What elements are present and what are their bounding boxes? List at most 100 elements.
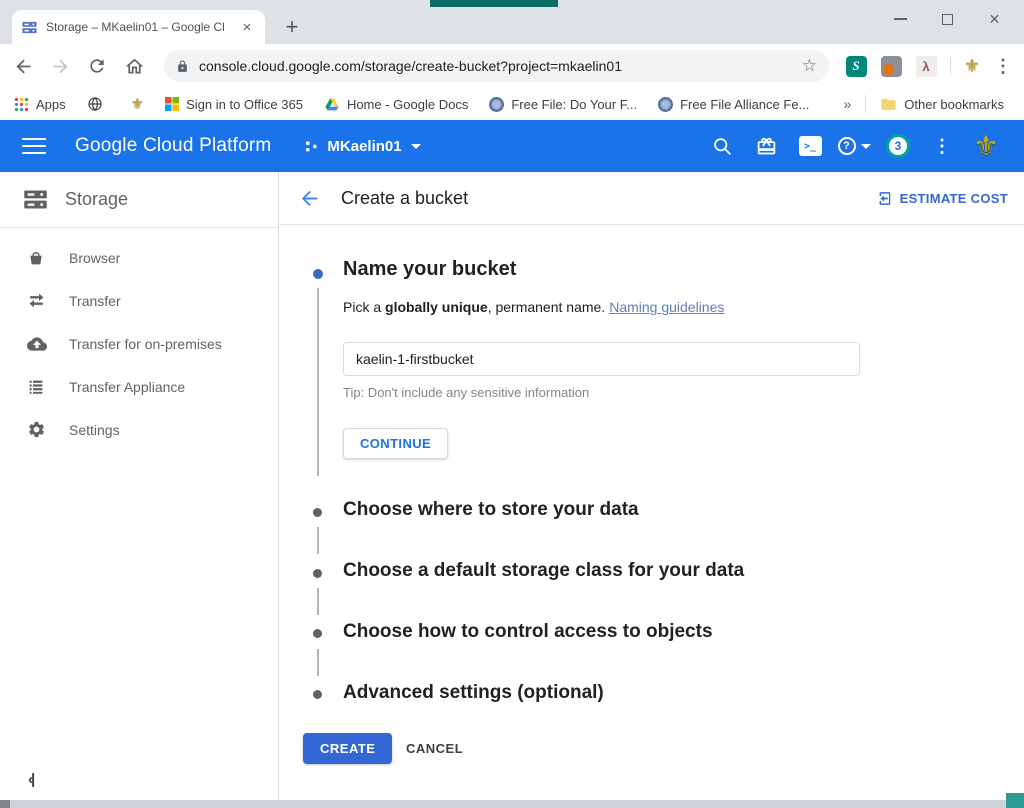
gift-icon — [756, 136, 777, 157]
browser-menu-button[interactable]: ⋮ — [992, 56, 1014, 77]
extension-orange-icon — [881, 56, 902, 77]
gcp-logo[interactable]: Google Cloud Platform — [75, 135, 271, 157]
stepper-connector — [317, 649, 319, 676]
extension-s-button[interactable]: S — [842, 52, 870, 80]
step-dot — [313, 569, 322, 578]
bookmarks-bar: Apps ⚜ Sign in to Office 365 Home - Goog… — [0, 88, 1024, 120]
storage-favicon-icon — [21, 19, 38, 36]
bookmark-apps[interactable]: Apps — [14, 97, 66, 112]
stepper-connector — [317, 288, 319, 476]
naming-guidelines-link[interactable]: Naming guidelines — [609, 299, 724, 315]
notifications-button[interactable]: 3 — [876, 134, 920, 158]
minimize-button[interactable] — [877, 18, 924, 20]
project-selector[interactable]: MKaelin01 — [304, 138, 420, 155]
help-button[interactable]: ? — [832, 137, 876, 155]
create-button[interactable]: CREATE — [303, 733, 392, 764]
bookmark-google-docs[interactable]: Home - Google Docs — [324, 96, 468, 112]
seal-icon — [489, 97, 504, 112]
back-arrow-button[interactable] — [298, 187, 321, 210]
back-button[interactable] — [10, 52, 36, 80]
microsoft-icon — [165, 97, 179, 111]
help-icon: ? — [838, 137, 856, 155]
cloud-shell-button[interactable]: >_ — [788, 136, 832, 156]
bookmark-label: Home - Google Docs — [347, 97, 468, 112]
extension-orange-button[interactable] — [877, 52, 905, 80]
browser-tab[interactable]: Storage – MKaelin01 – Google Cl × — [12, 10, 265, 44]
forward-icon — [50, 56, 71, 77]
step-2-title[interactable]: Choose where to store your data — [343, 499, 639, 521]
step-3-title[interactable]: Choose a default storage class for your … — [343, 560, 744, 582]
step-4-title[interactable]: Choose how to control access to objects — [343, 621, 713, 643]
bookmark-freefile-1[interactable]: Free File: Do Your F... — [489, 97, 637, 112]
apps-grid-icon — [14, 97, 29, 112]
window-controls: ✕ — [877, 2, 1018, 36]
address-bar[interactable]: console.cloud.google.com/storage/create-… — [164, 50, 829, 82]
bookmark-label: Other bookmarks — [904, 97, 1004, 112]
sidebar-header: Storage — [0, 172, 278, 228]
back-icon — [13, 56, 34, 77]
sidebar-item-transfer-on-premises[interactable]: Transfer for on-premises — [0, 322, 278, 365]
estimate-cost-button[interactable]: ESTIMATE COST — [875, 190, 1008, 207]
google-drive-icon — [324, 96, 340, 112]
sidebar-item-label: Transfer for on-premises — [69, 336, 222, 352]
maximize-icon — [942, 14, 953, 25]
account-avatar[interactable]: ⚜ — [964, 129, 1008, 164]
collapse-sidebar-button[interactable]: ‹| — [28, 771, 33, 788]
input-tip-text: Tip: Don't include any sensitive informa… — [343, 385, 589, 400]
sidebar-item-transfer[interactable]: Transfer — [0, 279, 278, 322]
minimize-icon — [894, 18, 907, 20]
back-arrow-icon — [298, 187, 321, 210]
extension-s-icon: S — [846, 56, 867, 77]
transfer-arrows-icon — [27, 291, 47, 311]
hamburger-menu-button[interactable] — [22, 138, 46, 155]
continue-button[interactable]: CONTINUE — [343, 428, 448, 459]
sidebar-item-label: Browser — [69, 250, 120, 266]
sidebar-item-settings[interactable]: Settings — [0, 408, 278, 451]
reload-button[interactable] — [84, 52, 110, 80]
gcp-header: Google Cloud Platform MKaelin01 >_ ? 3 ⋮… — [0, 120, 1024, 172]
storage-sidebar: Storage Browser Transfer Transfer for on… — [0, 172, 279, 800]
bookmarks-overflow-button[interactable]: » — [844, 96, 852, 112]
project-name: MKaelin01 — [327, 138, 401, 155]
home-icon — [124, 56, 145, 77]
sidebar-item-label: Settings — [69, 422, 120, 438]
other-bookmarks-button[interactable]: Other bookmarks — [880, 96, 1004, 113]
new-tab-button[interactable]: + — [278, 13, 306, 41]
gcp-menu-button[interactable]: ⋮ — [920, 136, 964, 157]
cloud-shell-icon: >_ — [799, 136, 822, 156]
globe-icon — [87, 96, 103, 112]
notification-badge: 3 — [886, 134, 910, 158]
stepper-connector — [317, 588, 319, 615]
bookmark-fleur[interactable]: ⚜ — [131, 95, 144, 113]
avatar-fleur-de-lis: ⚜ — [973, 129, 999, 164]
sidebar-item-transfer-appliance[interactable]: Transfer Appliance — [0, 365, 278, 408]
bookmark-freefile-2[interactable]: Free File Alliance Fe... — [658, 97, 809, 112]
cancel-button[interactable]: CANCEL — [392, 733, 477, 764]
search-button[interactable] — [700, 136, 744, 157]
forward-button[interactable] — [47, 52, 73, 80]
seal-icon — [658, 97, 673, 112]
maximize-button[interactable] — [924, 14, 971, 25]
url-text: console.cloud.google.com/storage/create-… — [199, 58, 796, 74]
storage-icon — [22, 186, 49, 213]
sidebar-item-browser[interactable]: Browser — [0, 236, 278, 279]
close-button[interactable]: ✕ — [971, 11, 1018, 28]
cloud-upload-icon — [27, 334, 47, 354]
search-icon — [712, 136, 733, 157]
desktop-corner-right — [1006, 793, 1024, 808]
home-button[interactable] — [121, 52, 147, 80]
bookmark-office365[interactable]: Sign in to Office 365 — [165, 97, 303, 112]
sidebar-item-label: Transfer — [69, 293, 121, 309]
step-5-title[interactable]: Advanced settings (optional) — [343, 682, 604, 704]
extension-pdf-button[interactable]: λ — [912, 52, 940, 80]
bookmark-star-icon[interactable]: ☆ — [802, 56, 817, 76]
extension-fleur-button[interactable]: ⚜ — [958, 52, 986, 80]
background-window-sliver — [430, 0, 558, 7]
appliance-icon — [27, 377, 47, 397]
tab-close-icon[interactable]: × — [238, 19, 256, 36]
bucket-name-input[interactable] — [343, 342, 860, 376]
whats-new-button[interactable] — [744, 136, 788, 157]
tab-title: Storage – MKaelin01 – Google Cl — [46, 20, 234, 34]
bookmark-globe[interactable] — [87, 96, 110, 112]
step-dot — [313, 690, 322, 699]
